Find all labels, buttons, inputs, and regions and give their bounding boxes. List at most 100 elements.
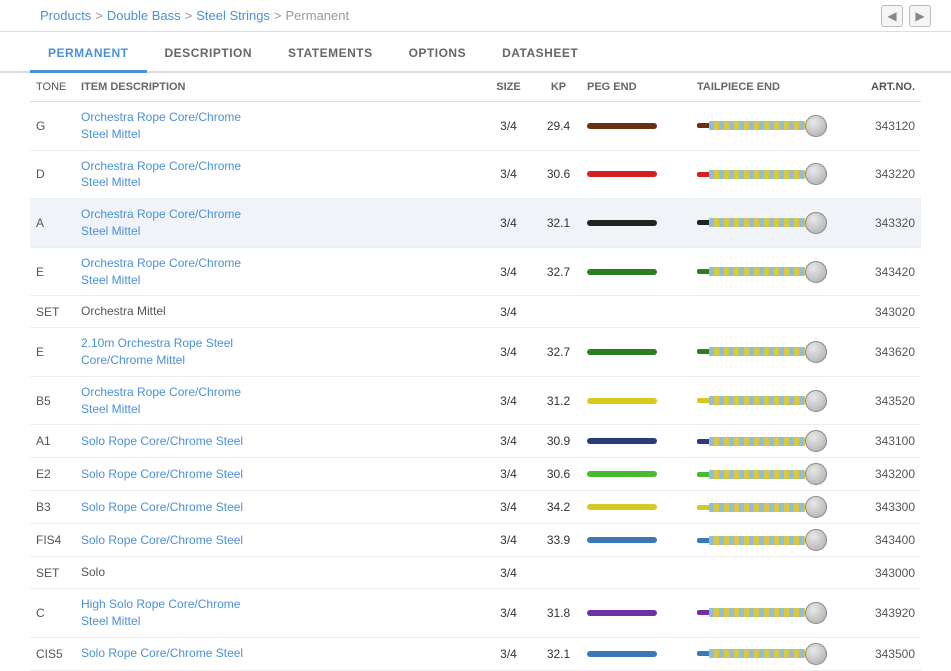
size: 3/4 <box>481 376 536 425</box>
kp: 30.9 <box>536 425 581 458</box>
size: 3/4 <box>481 425 536 458</box>
peg-end <box>581 296 691 328</box>
tone: SET <box>30 557 75 589</box>
kp: 32.7 <box>536 328 581 377</box>
art-number: 343120 <box>851 102 921 151</box>
table-row: B3 Solo Rope Core/Chrome Steel 3/4 34.2 … <box>30 491 921 524</box>
col-tailpiece-end: TAILPIECE END <box>691 73 851 102</box>
kp: 30.6 <box>536 458 581 491</box>
tab-description[interactable]: DESCRIPTION <box>147 36 271 71</box>
peg-end <box>581 491 691 524</box>
table-row: E 2.10m Orchestra Rope SteelCore/Chrome … <box>30 328 921 377</box>
description: Solo <box>75 557 481 589</box>
table-row: FIS4 Solo Rope Core/Chrome Steel 3/4 33.… <box>30 524 921 557</box>
table-row: E Orchestra Rope Core/ChromeSteel Mittel… <box>30 247 921 296</box>
peg-end <box>581 150 691 199</box>
art-number: 343100 <box>851 425 921 458</box>
art-number: 343500 <box>851 637 921 670</box>
description: Orchestra Rope Core/ChromeSteel Mittel <box>75 247 481 296</box>
kp: 30.6 <box>536 150 581 199</box>
tailpiece-end <box>691 247 851 296</box>
tailpiece-end <box>691 296 851 328</box>
breadcrumb-current: Permanent <box>286 8 350 23</box>
peg-end <box>581 102 691 151</box>
peg-end <box>581 376 691 425</box>
kp: 32.7 <box>536 247 581 296</box>
tone: C <box>30 589 75 638</box>
tailpiece-end <box>691 637 851 670</box>
art-number: 343420 <box>851 247 921 296</box>
size: 3/4 <box>481 102 536 151</box>
art-number: 343920 <box>851 589 921 638</box>
tailpiece-end <box>691 328 851 377</box>
table-row: CIS5 Solo Rope Core/Chrome Steel 3/4 32.… <box>30 637 921 670</box>
breadcrumb-double-bass[interactable]: Double Bass <box>107 8 181 23</box>
tone: A <box>30 199 75 248</box>
description: High Solo Rope Core/ChromeSteel Mittel <box>75 589 481 638</box>
col-tone: TONE <box>30 73 75 102</box>
description: Solo Rope Core/Chrome Steel <box>75 524 481 557</box>
tone: B5 <box>30 376 75 425</box>
tab-statements[interactable]: STATEMENTS <box>270 36 391 71</box>
tailpiece-end <box>691 458 851 491</box>
tone: FIS4 <box>30 524 75 557</box>
art-number: 343000 <box>851 557 921 589</box>
peg-end <box>581 637 691 670</box>
size: 3/4 <box>481 296 536 328</box>
nav-arrows: ◀ ▶ <box>881 5 931 27</box>
breadcrumb: Products > Double Bass > Steel Strings >… <box>0 0 951 32</box>
size: 3/4 <box>481 328 536 377</box>
description: Solo Rope Core/Chrome Steel <box>75 458 481 491</box>
tailpiece-end <box>691 557 851 589</box>
breadcrumb-products[interactable]: Products <box>40 8 91 23</box>
col-art-no: ART.NO. <box>851 73 921 102</box>
peg-end <box>581 589 691 638</box>
table-row: SET Orchestra Mittel 3/4 343020 <box>30 296 921 328</box>
products-table: TONE ITEM DESCRIPTION SIZE kp PEG END TA… <box>30 73 921 671</box>
table-row: D Orchestra Rope Core/ChromeSteel Mittel… <box>30 150 921 199</box>
kp: 31.2 <box>536 376 581 425</box>
art-number: 343200 <box>851 458 921 491</box>
description: Orchestra Rope Core/ChromeSteel Mittel <box>75 376 481 425</box>
peg-end <box>581 425 691 458</box>
next-arrow[interactable]: ▶ <box>909 5 931 27</box>
size: 3/4 <box>481 637 536 670</box>
size: 3/4 <box>481 150 536 199</box>
kp <box>536 557 581 589</box>
peg-end <box>581 199 691 248</box>
art-number: 343300 <box>851 491 921 524</box>
size: 3/4 <box>481 458 536 491</box>
tailpiece-end <box>691 102 851 151</box>
kp: 29.4 <box>536 102 581 151</box>
art-number: 343620 <box>851 328 921 377</box>
table-row: A Orchestra Rope Core/ChromeSteel Mittel… <box>30 199 921 248</box>
peg-end <box>581 524 691 557</box>
kp: 31.8 <box>536 589 581 638</box>
tab-permanent[interactable]: PERMANENT <box>30 36 147 73</box>
table-row: A1 Solo Rope Core/Chrome Steel 3/4 30.9 … <box>30 425 921 458</box>
prev-arrow[interactable]: ◀ <box>881 5 903 27</box>
tone: A1 <box>30 425 75 458</box>
tab-datasheet[interactable]: DATASHEET <box>484 36 596 71</box>
tabs-bar: PERMANENT DESCRIPTION STATEMENTS OPTIONS… <box>0 36 951 73</box>
peg-end <box>581 458 691 491</box>
description: Solo Rope Core/Chrome Steel <box>75 491 481 524</box>
col-kp: kp <box>536 73 581 102</box>
table-row: SET Solo 3/4 343000 <box>30 557 921 589</box>
table-row: C High Solo Rope Core/ChromeSteel Mittel… <box>30 589 921 638</box>
description: Orchestra Rope Core/ChromeSteel Mittel <box>75 102 481 151</box>
art-number: 343220 <box>851 150 921 199</box>
tab-options[interactable]: OPTIONS <box>391 36 485 71</box>
tone: SET <box>30 296 75 328</box>
kp: 32.1 <box>536 199 581 248</box>
description: Orchestra Rope Core/ChromeSteel Mittel <box>75 150 481 199</box>
tailpiece-end <box>691 589 851 638</box>
kp <box>536 296 581 328</box>
description: Solo Rope Core/Chrome Steel <box>75 637 481 670</box>
tone: B3 <box>30 491 75 524</box>
tailpiece-end <box>691 425 851 458</box>
art-number: 343520 <box>851 376 921 425</box>
size: 3/4 <box>481 491 536 524</box>
breadcrumb-steel-strings[interactable]: Steel Strings <box>196 8 270 23</box>
size: 3/4 <box>481 524 536 557</box>
